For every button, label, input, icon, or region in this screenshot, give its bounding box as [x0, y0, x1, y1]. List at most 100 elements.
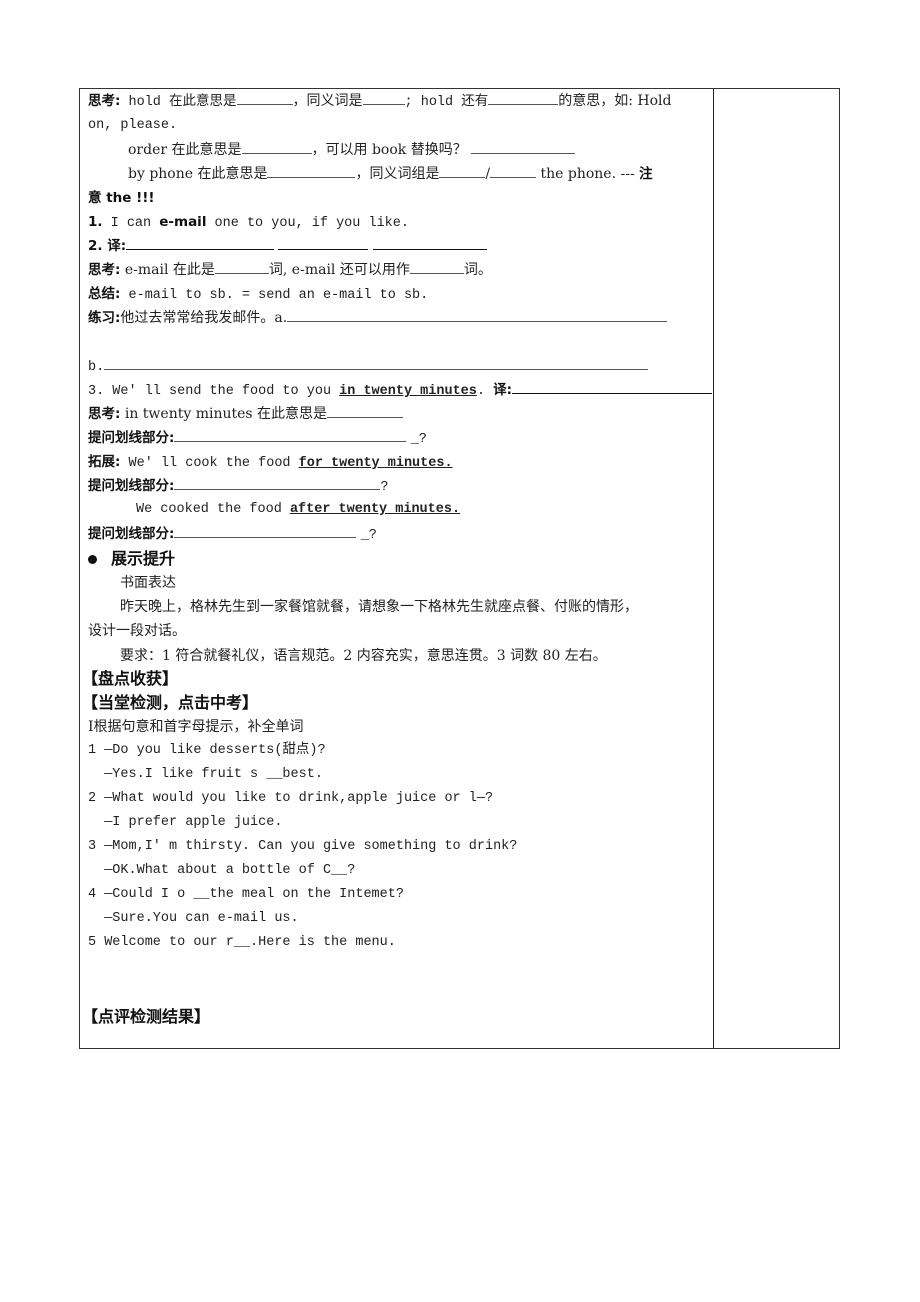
- label-ask: 提问划线部分:: [88, 430, 175, 446]
- text: by phone 在此意思是: [128, 166, 268, 182]
- text: We' ll cook the food: [120, 456, 299, 471]
- blank[interactable]: [241, 141, 312, 154]
- order-line: order 在此意思是 ，可以用 book 替换吗？: [128, 140, 576, 160]
- show-section-heading: 展示提升: [84, 549, 175, 570]
- blank[interactable]: [327, 405, 404, 418]
- text: 的意思，如: Hold: [558, 93, 672, 109]
- blank[interactable]: [362, 92, 405, 105]
- phone-line: by phone 在此意思是 ，同义词组是 / the phone. --- 注: [128, 164, 653, 184]
- exercise-line: 3 —Mom,I' m thirsty. Can you give someth…: [88, 839, 518, 854]
- label-summary: 总结:: [88, 286, 121, 302]
- label-think: 思考:: [88, 262, 121, 278]
- worksheet-table: 思考: hold 在此意思是 ，同义词是; hold 还有 的意思，如: Hold …: [79, 88, 840, 1049]
- ask-line-3: 提问划线部分: _?: [88, 524, 377, 546]
- requirements: 要求：1 符合就餐礼仪，语言规范。2 内容充实，意思连贯。3 词数 80 左右。: [120, 648, 607, 664]
- blank[interactable]: [512, 381, 712, 394]
- text: e-mail to sb. = send an e-mail to sb.: [120, 288, 429, 303]
- text: in twenty minutes 在此意思是: [120, 406, 328, 422]
- blank[interactable]: [287, 309, 668, 322]
- ask-line-2: 提问划线部分:?: [88, 476, 389, 498]
- label-extend: 拓展:: [88, 454, 121, 470]
- blank[interactable]: [471, 141, 576, 154]
- item-number: 2.: [88, 238, 103, 254]
- test-instructions: Ⅰ根据句意和首字母提示，补全单词: [88, 719, 304, 735]
- ask-line-1: 提问划线部分: _?: [88, 428, 427, 450]
- text: ，同义词是: [292, 93, 363, 109]
- review-heading: 【点评检测结果】: [82, 1007, 211, 1026]
- blank[interactable]: [104, 357, 649, 370]
- text: order 在此意思是: [128, 142, 242, 158]
- paragraph: 设计一段对话。: [88, 623, 186, 639]
- think-hold-line: 思考: hold 在此意思是 ，同义词是 ; hold 还有 的意思，如: Hold: [88, 91, 671, 113]
- blank[interactable]: [490, 165, 537, 178]
- underlined-phrase: after twenty minutes.: [289, 502, 461, 517]
- exercise-line: 2 —What would you like to drink,apple ju…: [88, 791, 494, 806]
- exercise-line: —I prefer apple juice.: [88, 815, 283, 830]
- label-translate: 译:: [493, 382, 512, 398]
- label-ask: 提问划线部分:: [88, 478, 175, 494]
- text: 注: [639, 166, 653, 182]
- text: _?: [410, 432, 427, 447]
- test-heading: 【当堂检测，点击中考】: [82, 693, 259, 712]
- text: ?: [380, 480, 389, 495]
- blank[interactable]: [214, 261, 269, 274]
- item-3: 3. We' ll send the food to you in twenty…: [88, 380, 712, 402]
- text: b.: [88, 360, 105, 375]
- text: hold 在此意思是: [120, 95, 237, 110]
- blank[interactable]: [267, 165, 356, 178]
- text: .: [476, 384, 494, 399]
- blank[interactable]: [409, 261, 464, 274]
- label-think: 思考:: [88, 93, 121, 109]
- blank[interactable]: [278, 237, 369, 250]
- practice-b-line: b.: [88, 356, 649, 378]
- label-practice: 练习:: [88, 310, 121, 326]
- label-ask: 提问划线部分:: [88, 526, 175, 542]
- exercise-line: 5 Welcome to our r__.Here is the menu.: [88, 935, 396, 950]
- blank[interactable]: [174, 429, 407, 442]
- text: one to you, if you like.: [206, 216, 409, 231]
- item-1: 1. I can e-mail one to you, if you like.: [88, 212, 409, 234]
- blank[interactable]: [174, 477, 381, 490]
- blank[interactable]: [236, 92, 293, 105]
- blank[interactable]: [439, 165, 486, 178]
- exercise-line: —Sure.You can e-mail us.: [88, 911, 299, 926]
- cooked-line: We cooked the food after twenty minutes.: [136, 500, 460, 520]
- item-number: 1.: [88, 214, 103, 230]
- notes-column: [714, 89, 839, 1048]
- exercise-line: —OK.What about a bottle of C__?: [88, 863, 356, 878]
- text: the phone. ---: [536, 166, 640, 182]
- text: e-mail 在此是: [120, 262, 215, 278]
- paragraph: 昨天晚上，格林先生到一家餐馆就餐，请想象一下格林先生就座点餐、付账的情形，: [120, 599, 638, 615]
- underlined-phrase: in twenty minutes: [339, 384, 477, 399]
- label-translate: 译:: [102, 238, 127, 254]
- text: e-mail: [159, 214, 207, 230]
- subheading: 书面表达: [120, 575, 176, 591]
- think-email-line: 思考: e-mail 在此是 词, e-mail 还可以用作 词。: [88, 260, 492, 280]
- harvest-heading: 【盘点收获】: [82, 669, 179, 688]
- exercise-line: 4 —Could I o __the meal on the Intemet?: [88, 887, 404, 902]
- blank[interactable]: [126, 237, 275, 250]
- text: on, please.: [88, 118, 178, 133]
- practice-line: 练习:他过去常常给我发邮件。a.: [88, 308, 668, 328]
- bullet-icon: [88, 555, 97, 564]
- text: 词, e-mail 还可以用作: [268, 262, 410, 278]
- summary-line: 总结: e-mail to sb. = send an e-mail to sb…: [88, 284, 428, 306]
- text: 他过去常常给我发邮件。a.: [120, 310, 288, 326]
- exercise-line: —Yes.I like fruit s __best.: [88, 767, 323, 782]
- text: ; hold 还有: [404, 95, 489, 110]
- text: We cooked the food: [136, 502, 290, 517]
- main-column: 思考: hold 在此意思是 ，同义词是; hold 还有 的意思，如: Hold …: [80, 89, 714, 1048]
- blank[interactable]: [488, 92, 559, 105]
- text: 词。: [463, 262, 492, 278]
- item-2: 2. 译:: [88, 236, 487, 256]
- section-title: 展示提升: [111, 549, 176, 568]
- text: ，同义词组是: [355, 166, 440, 182]
- blank[interactable]: [372, 237, 487, 250]
- blank[interactable]: [174, 525, 357, 538]
- note-text: 意 the !!!: [88, 190, 155, 206]
- exercise-line: 1 —Do you like desserts(甜点)?: [88, 743, 326, 758]
- text: _?: [360, 528, 377, 543]
- label-think: 思考:: [88, 406, 121, 422]
- think-minutes-line: 思考: in twenty minutes 在此意思是: [88, 404, 404, 424]
- underlined-phrase: for twenty minutes.: [298, 456, 453, 471]
